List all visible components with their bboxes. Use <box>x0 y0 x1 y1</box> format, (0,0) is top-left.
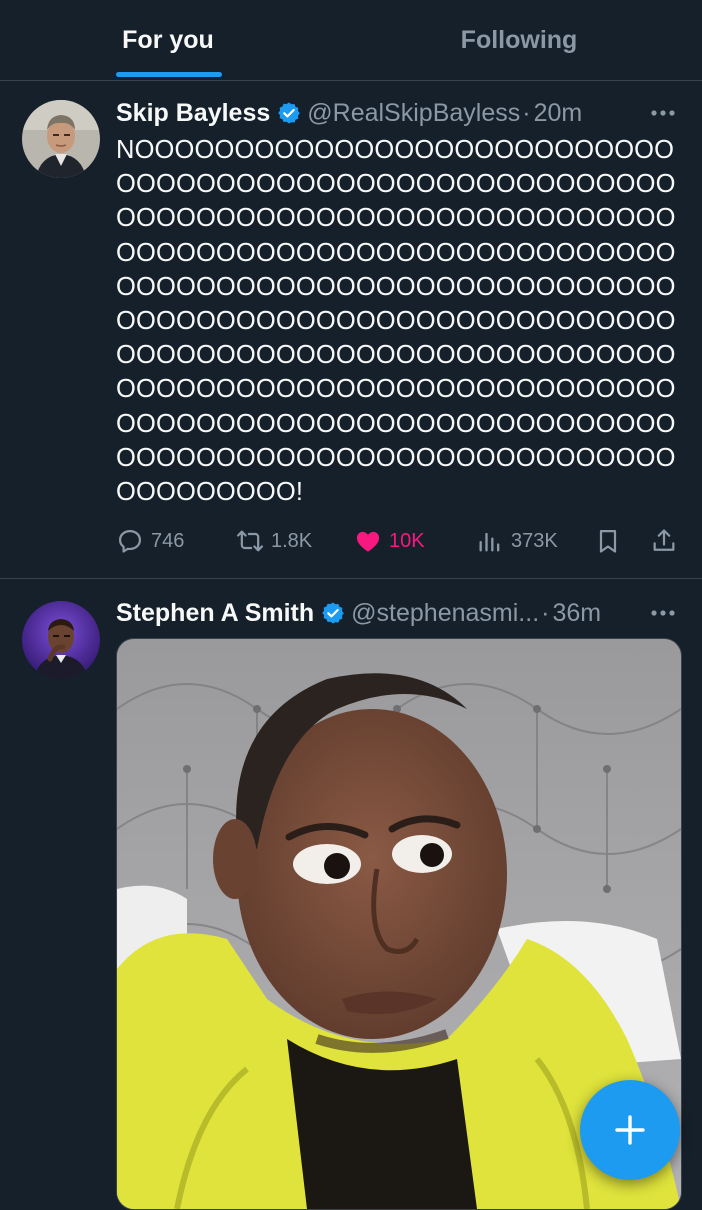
tweet-text: NOOOOOOOOOOOOOOOOOOOOOOOOOOO OOOOOOOOOOO… <box>116 136 676 507</box>
tweet[interactable]: Skip Bayless @RealSkipBayless · 20m NOOO… <box>0 81 702 579</box>
bookmark-icon <box>599 529 617 553</box>
more-options-button[interactable] <box>648 598 678 628</box>
like-button[interactable]: 10K <box>354 521 425 561</box>
avatar-image <box>22 100 100 178</box>
bookmark-button[interactable] <box>594 521 629 561</box>
view-count: 373K <box>511 529 558 552</box>
tweet-header: Stephen A Smith @stephenasmi... · 36m <box>116 595 601 631</box>
author-handle[interactable]: @RealSkipBayless <box>307 99 520 128</box>
separator-dot: · <box>541 598 550 627</box>
reply-icon <box>118 529 142 553</box>
avatar-image <box>22 601 100 679</box>
tweet-actions: 746 1.8K 10K 373K <box>116 521 682 561</box>
tweet-time[interactable]: 20m <box>534 99 583 128</box>
author-name[interactable]: Stephen A Smith <box>116 599 314 628</box>
more-options-button[interactable] <box>648 98 678 128</box>
avatar[interactable] <box>22 100 100 178</box>
avatar[interactable] <box>22 601 100 679</box>
plus-icon <box>615 1115 645 1145</box>
author-handle[interactable]: @stephenasmi... <box>351 599 539 628</box>
tweet-header: Skip Bayless @RealSkipBayless · 20m <box>116 95 582 131</box>
heart-icon <box>356 531 380 552</box>
more-dots-icon <box>651 610 675 616</box>
repost-button[interactable]: 1.8K <box>236 521 312 561</box>
like-count: 10K <box>389 529 425 552</box>
reply-count: 746 <box>151 529 185 552</box>
verified-badge-icon <box>278 102 301 124</box>
timeline-tabs: For you Following <box>0 0 702 81</box>
repost-icon <box>236 530 264 552</box>
separator-dot: · <box>522 98 531 127</box>
tab-for-you[interactable]: For you <box>0 0 336 80</box>
tab-following[interactable]: Following <box>336 0 702 80</box>
share-button[interactable] <box>650 521 685 561</box>
reply-button[interactable]: 746 <box>116 521 184 561</box>
active-tab-indicator <box>116 72 222 77</box>
more-dots-icon <box>651 110 675 116</box>
views-button[interactable]: 373K <box>476 521 558 561</box>
views-icon <box>479 532 500 552</box>
verified-badge-icon <box>322 602 344 624</box>
compose-button[interactable] <box>580 1080 680 1180</box>
repost-count: 1.8K <box>271 529 313 552</box>
tweet-time[interactable]: 36m <box>552 599 601 628</box>
share-icon <box>653 529 675 551</box>
author-name[interactable]: Skip Bayless <box>116 99 270 128</box>
